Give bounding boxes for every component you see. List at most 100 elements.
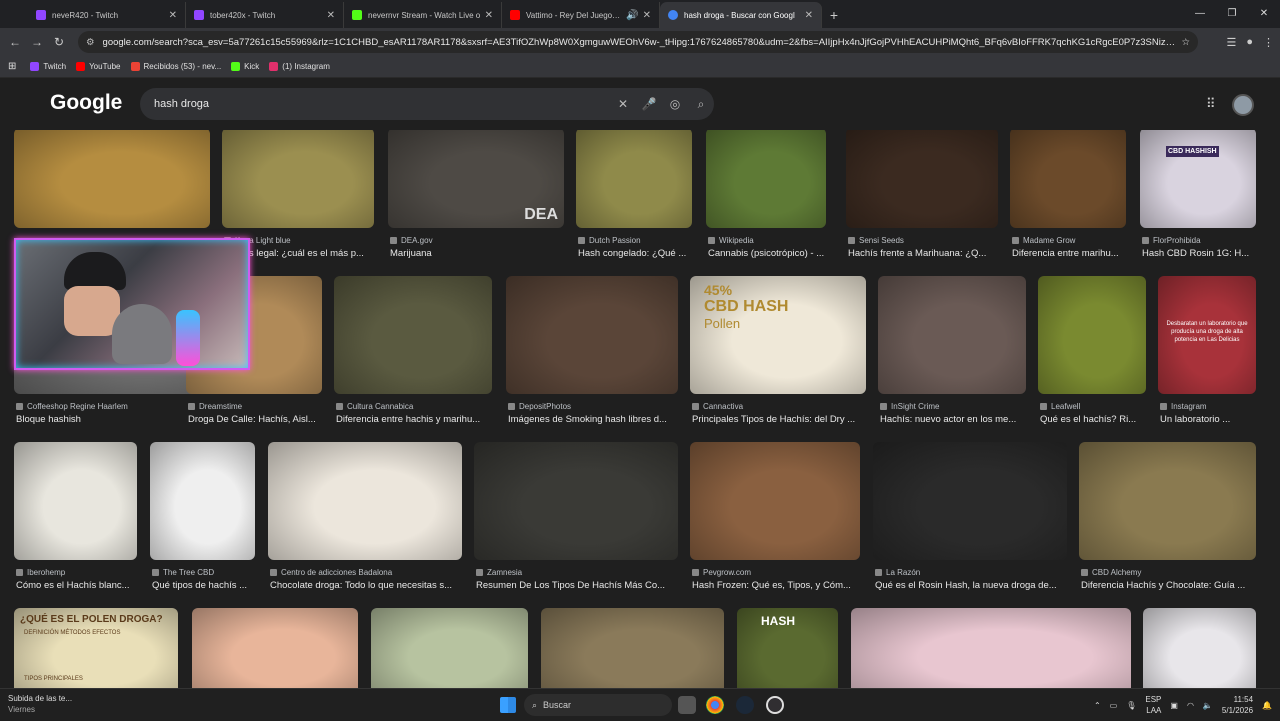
result-source[interactable]: Iberohemp — [16, 568, 137, 577]
result-title[interactable]: Droga De Calle: Hachís, Aisl... — [188, 414, 322, 425]
result-source[interactable]: Instagram — [1160, 402, 1256, 411]
result-title[interactable]: Diferencia entre hachis y marihu... — [336, 414, 492, 425]
result-title[interactable]: Qué tipos de hachís ... — [152, 580, 255, 591]
result-thumbnail[interactable] — [878, 276, 1026, 394]
taskbar-search[interactable]: ⌕ Buscar — [524, 694, 672, 716]
clock[interactable]: 11:54 5/1/2026 — [1222, 694, 1253, 716]
result-thumbnail[interactable] — [150, 442, 255, 560]
result-thumbnail[interactable] — [1140, 128, 1256, 228]
browser-tab[interactable]: Vattimo - Rey Del Juego (P 🔊 ✕ — [502, 2, 660, 28]
reload-icon[interactable]: ↻ — [48, 35, 70, 49]
result-thumbnail[interactable] — [334, 276, 492, 394]
result-source[interactable]: InSight Crime — [880, 402, 1026, 411]
image-result[interactable]: Leafwell Qué es el hachís? Ri... — [1038, 276, 1146, 430]
image-result[interactable]: InSight Crime Hachís: nuevo actor en los … — [878, 276, 1026, 430]
result-thumbnail[interactable] — [690, 442, 860, 560]
image-result[interactable]: Zamnesia Resumen De Los Tipos De Hachís M… — [474, 442, 678, 596]
chrome-icon[interactable] — [706, 696, 724, 714]
clear-icon[interactable]: ✕ — [610, 97, 636, 111]
language-indicator[interactable]: ESP LAA — [1145, 694, 1161, 716]
result-thumbnail[interactable] — [14, 442, 137, 560]
image-result[interactable] — [541, 608, 724, 688]
image-result[interactable]: Instagram Un laboratorio ... Desbaratan un… — [1158, 276, 1256, 430]
result-title[interactable]: Diferencia Hachís y Chocolate: Guía ... — [1081, 580, 1256, 591]
volume-icon[interactable]: 🔈 — [1203, 701, 1213, 710]
image-result[interactable]: Madame Grow Diferencia entre marihu... — [1010, 128, 1126, 264]
result-title[interactable]: Qué es el hachís? Ri... — [1040, 414, 1146, 425]
result-thumbnail[interactable] — [541, 608, 724, 688]
result-title[interactable]: Imágenes de Smoking hash libres d... — [508, 414, 678, 425]
apps-grid-icon[interactable]: ⊞ — [8, 61, 16, 72]
image-result[interactable] — [1143, 608, 1256, 688]
result-title[interactable]: Un laboratorio ... — [1160, 414, 1256, 425]
google-apps-icon[interactable]: ⠿ — [1206, 96, 1216, 112]
search-icon[interactable]: ⌕ — [688, 97, 714, 112]
result-thumbnail[interactable] — [1143, 608, 1256, 688]
result-source[interactable]: La Razón — [875, 568, 1067, 577]
result-title[interactable]: Resumen De Los Tipos De Hachís Más Co... — [476, 580, 678, 591]
result-source[interactable]: Dreamstime — [188, 402, 322, 411]
result-thumbnail[interactable] — [851, 608, 1131, 688]
result-source[interactable]: The Tree CBD — [152, 568, 255, 577]
windows-start-icon[interactable] — [500, 697, 516, 713]
result-title[interactable]: Cómo es el Hachís blanc... — [16, 580, 137, 591]
close-tab-icon[interactable]: ✕ — [805, 10, 813, 21]
close-tab-icon[interactable]: ✕ — [169, 10, 177, 21]
obs-icon[interactable] — [766, 696, 784, 714]
image-result[interactable]: The Tree CBD Qué tipos de hachís ... — [150, 442, 255, 596]
task-view-icon[interactable] — [678, 696, 696, 714]
search-box[interactable]: hash droga ✕ 🎤 ◎ ⌕ — [140, 88, 714, 120]
result-source[interactable]: CBD Alchemy — [1081, 568, 1256, 577]
speaker-icon[interactable]: 🔊 — [626, 10, 638, 21]
google-logo[interactable]: Google — [50, 91, 122, 115]
image-result[interactable]: Centro de adicciones Badalona Chocolate d… — [268, 442, 462, 596]
result-source[interactable]: Centro de adicciones Badalona — [270, 568, 462, 577]
bookmark-gmail[interactable]: Recibidos (53) - nev... — [130, 62, 221, 71]
result-thumbnail[interactable] — [1038, 276, 1146, 394]
new-tab-button[interactable]: + — [822, 2, 846, 28]
forward-icon[interactable]: → — [26, 35, 48, 49]
back-icon[interactable]: ← — [4, 35, 26, 49]
image-result[interactable]: Wikipedia Cannabis (psicotrópico) - ... — [706, 128, 826, 264]
result-thumbnail[interactable] — [371, 608, 528, 688]
browser-tab[interactable]: tober420x - Twitch ✕ — [186, 2, 344, 28]
result-thumbnail[interactable] — [1079, 442, 1256, 560]
result-title[interactable]: Marijuana — [390, 248, 564, 259]
result-source[interactable]: Wikipedia — [708, 236, 826, 245]
result-source[interactable]: Sensi Seeds — [848, 236, 998, 245]
browser-tab[interactable]: nevernvr Stream - Watch Live o ✕ — [344, 2, 502, 28]
result-title[interactable]: Hash Frozen: Qué es, Tipos, y Cóm... — [692, 580, 860, 591]
mic-icon[interactable]: 🎤 — [636, 97, 662, 111]
image-result[interactable]: Cultura Cannabica Diferencia entre hachis… — [334, 276, 492, 430]
result-thumbnail[interactable] — [268, 442, 462, 560]
result-source[interactable]: FlorProhibida — [1142, 236, 1256, 245]
result-thumbnail[interactable] — [222, 128, 374, 228]
lens-icon[interactable]: ◎ — [662, 97, 688, 111]
result-source[interactable]: Dutch Passion — [578, 236, 692, 245]
result-source[interactable]: DEA.gov — [390, 236, 564, 245]
minimize-icon[interactable]: — — [1184, 0, 1216, 28]
bookmark-kick[interactable]: Kick — [231, 62, 259, 71]
notification-icon[interactable]: 🔔 — [1262, 701, 1272, 710]
result-thumbnail[interactable] — [1010, 128, 1126, 228]
wifi-icon[interactable]: ◠ — [1187, 701, 1194, 710]
result-thumbnail[interactable] — [576, 128, 692, 228]
image-result[interactable]: Iberohemp Cómo es el Hachís blanc... — [14, 442, 137, 596]
result-thumbnail[interactable] — [873, 442, 1067, 560]
chevron-up-icon[interactable]: ⌃ — [1094, 701, 1101, 710]
tab-search-icon[interactable]: ☰ — [1226, 36, 1236, 49]
result-source[interactable]: DepositPhotos — [508, 402, 678, 411]
browser-tab[interactable]: neveR420 - Twitch ✕ — [28, 2, 186, 28]
result-source[interactable]: Leafwell — [1040, 402, 1146, 411]
image-result[interactable]: DEA.gov Marijuana DEA — [388, 128, 564, 264]
image-result[interactable]: Sensi Seeds Hachís frente a Marihuana: ¿Q… — [846, 128, 998, 264]
profile-icon[interactable]: ● — [1246, 36, 1253, 48]
image-result[interactable]: DepositPhotos Imágenes de Smoking hash li… — [506, 276, 678, 430]
weather-widget[interactable]: Subida de las te... Viernes — [8, 693, 72, 715]
display-icon[interactable]: ▣ — [1170, 701, 1178, 710]
result-source[interactable]: Pevgrow.com — [692, 568, 860, 577]
search-input[interactable]: hash droga — [154, 98, 610, 110]
result-title[interactable]: Qué es el Rosin Hash, la nueva droga de.… — [875, 580, 1067, 591]
menu-icon[interactable]: ⋮ — [1263, 36, 1274, 49]
image-result[interactable] — [371, 608, 528, 688]
